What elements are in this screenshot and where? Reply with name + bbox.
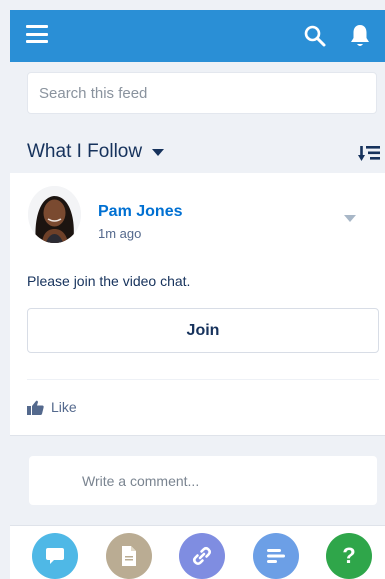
hamburger-icon[interactable] <box>26 25 48 43</box>
file-icon <box>122 546 136 566</box>
app-header <box>10 10 385 62</box>
link-icon <box>192 546 212 566</box>
comment-section <box>10 435 385 525</box>
like-label: Like <box>51 399 77 415</box>
post-divider <box>27 379 379 380</box>
post-timestamp: 1m ago <box>98 226 142 241</box>
like-button[interactable]: Like <box>27 399 77 415</box>
comment-box <box>29 456 377 505</box>
feed-post: Pam Jones 1m ago Please join the video c… <box>10 173 385 435</box>
question-action-button[interactable]: ? <box>326 533 372 579</box>
search-icon[interactable] <box>303 24 327 48</box>
sort-icon[interactable] <box>358 144 380 164</box>
post-action-button[interactable] <box>32 533 78 579</box>
caret-down-icon <box>152 148 165 156</box>
feed-panel: What I Follow Pam Jones 1m ago Please <box>10 62 385 579</box>
feed-search-box <box>27 72 377 114</box>
post-icon <box>46 548 64 564</box>
post-body-text: Please join the video chat. <box>27 273 191 289</box>
file-action-button[interactable] <box>106 533 152 579</box>
poll-icon <box>267 549 285 563</box>
feed-filter-dropdown[interactable]: What I Follow <box>27 140 165 164</box>
bell-icon[interactable] <box>348 23 372 49</box>
comment-input[interactable] <box>29 456 377 505</box>
thumbs-up-icon <box>27 400 44 415</box>
poll-action-button[interactable] <box>253 533 299 579</box>
post-menu-caret-icon[interactable] <box>344 214 358 224</box>
avatar[interactable] <box>28 186 81 243</box>
feed-filter-label: What I Follow <box>27 141 143 162</box>
question-icon: ? <box>342 543 356 568</box>
feed-search-input[interactable] <box>28 73 376 113</box>
link-action-button[interactable] <box>179 533 225 579</box>
join-button[interactable]: Join <box>27 308 379 353</box>
publisher-action-bar: ? <box>10 525 385 579</box>
post-author-name[interactable]: Pam Jones <box>98 203 182 221</box>
